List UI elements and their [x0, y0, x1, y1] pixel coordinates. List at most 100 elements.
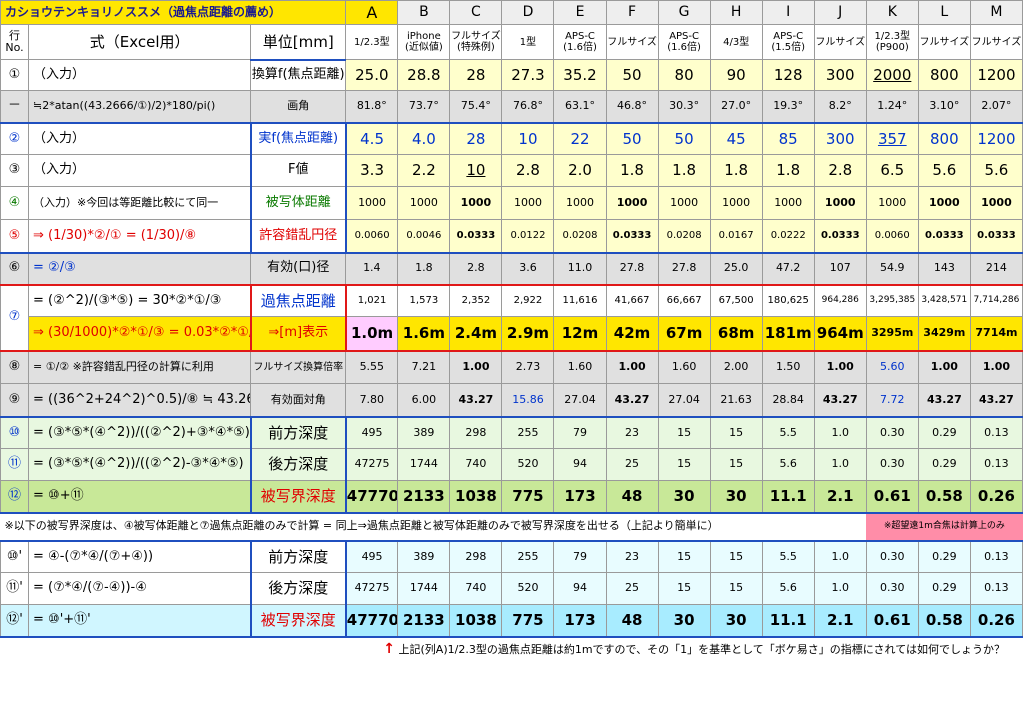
data-row-4: ③ （入力） F値 3.3 2.2 10 2.8 2.0 1.8 1.8 1.8 1.8 2.8 6.5 5…: [0, 154, 1023, 187]
value-C: 298: [449, 540, 503, 573]
unit-cell: 有効(口)径: [250, 252, 347, 285]
value-A: 47770: [345, 604, 399, 637]
value-D: 27.3: [501, 59, 555, 91]
value-K: 0.0060: [865, 219, 919, 253]
row-index: ②: [0, 122, 30, 155]
value-C: 28: [449, 122, 503, 155]
value-I: 0.0222: [761, 219, 815, 253]
value-K: 7.72: [865, 383, 919, 417]
value-E: 27.04: [553, 383, 607, 417]
value-M: 1200: [969, 122, 1023, 155]
value-I: 47.2: [761, 252, 815, 285]
note-right: ※超望遠1m合焦は計算上のみ: [866, 512, 1023, 541]
value-G: 67m: [657, 316, 711, 351]
value-L: 800: [917, 122, 971, 155]
value-L: 0.58: [917, 480, 971, 513]
value-B: 1.8: [397, 252, 451, 285]
formula-header: 式（Excel用）: [28, 24, 252, 60]
value-G: 1.60: [657, 350, 711, 384]
value-L: 3429m: [917, 316, 971, 351]
value-E: 79: [553, 416, 607, 449]
formula-cell: ⇒ (30/1000)*②*①/③ = 0.03*②*①/③: [28, 316, 252, 351]
sub-header-G: APS-C (1.6倍): [657, 24, 711, 60]
value-D: 255: [501, 416, 555, 449]
sheet-title: カショウテンキョリノススメ（過焦点距離の薦め）: [0, 0, 347, 25]
value-L: 800: [917, 59, 971, 91]
value-C: 1038: [449, 480, 503, 513]
row-index: ③: [0, 154, 30, 187]
value-G: 1000: [657, 186, 711, 220]
value-K: 0.61: [865, 480, 919, 513]
footer-text: 上記(列A)1/2.3型の過焦点距離は約1mですので、その「1」を基準として「ボ…: [398, 642, 1005, 656]
value-B: 28.8: [397, 59, 451, 91]
value-F: 48: [605, 480, 659, 513]
row-index: ⑦: [0, 284, 30, 351]
value-C: 28: [449, 59, 503, 91]
value-F: 42m: [605, 316, 659, 351]
row-index: ⑫': [0, 604, 30, 637]
value-L: 1.00: [917, 350, 971, 384]
value-G: 15: [657, 448, 711, 481]
value-B: 4.0: [397, 122, 451, 155]
value-K: 3295m: [865, 316, 919, 351]
value-D: 2.8: [501, 154, 555, 187]
value-J: 964,286: [813, 284, 867, 317]
value-A: 47275: [345, 448, 399, 481]
value-C: 10: [449, 154, 503, 187]
value-D: 10: [501, 122, 555, 155]
value-I: 85: [761, 122, 815, 155]
value-J: 300: [813, 122, 867, 155]
col-header-F: F: [605, 0, 659, 25]
data-row-6: ⑤ ⇒ (1/30)*②/① = (1/30)/⑧ 許容錯乱円径 0.0060 0.00…: [0, 219, 1023, 253]
value-K: 5.60: [865, 350, 919, 384]
value-I: 11.1: [761, 604, 815, 637]
value-H: 25.0: [709, 252, 763, 285]
row-index: ⑨: [0, 383, 30, 417]
unit-cell: 換算f(焦点距離): [250, 59, 347, 91]
value-A: 0.0060: [345, 219, 399, 253]
value-C: 1038: [449, 604, 503, 637]
value-H: 15: [709, 572, 763, 605]
value-A: 1.4: [345, 252, 399, 285]
value-I: 180,625: [761, 284, 815, 317]
value-L: 0.0333: [917, 219, 971, 253]
value-B: 0.0046: [397, 219, 451, 253]
row-index: ⑪': [0, 572, 30, 605]
row-no-header: 行 No.: [0, 24, 30, 60]
value-M: 0.13: [969, 448, 1023, 481]
value-G: 50: [657, 122, 711, 155]
value-G: 27.8: [657, 252, 711, 285]
data-row-13: ⑪ = (③*⑤*(④^2))/((②^2)-③*④*⑤) 後方深度 47275 174…: [0, 448, 1023, 481]
value-K: 3,295,385: [865, 284, 919, 317]
row-index: －: [0, 90, 30, 123]
col-header-C: C: [449, 0, 503, 25]
value-I: 1.50: [761, 350, 815, 384]
sub-header-C: フルサイズ (特殊例): [449, 24, 503, 60]
value-E: 11.0: [553, 252, 607, 285]
value-F: 23: [605, 540, 659, 573]
data-row-17: ⑫' = ⑩'+⑪' 被写界深度 47770 2133 1038 775 173 48 30 30 1…: [0, 604, 1023, 637]
formula-cell: ⇒ (1/30)*②/① = (1/30)/⑧: [28, 219, 252, 253]
value-B: 1744: [397, 448, 451, 481]
col-header-G: G: [657, 0, 711, 25]
value-B: 389: [397, 540, 451, 573]
value-H: 15: [709, 448, 763, 481]
value-M: 1000: [969, 186, 1023, 220]
value-C: 75.4°: [449, 90, 503, 123]
row-index: ⑥: [0, 252, 30, 285]
value-D: 255: [501, 540, 555, 573]
row-index: ①: [0, 59, 30, 91]
value-A: 4.5: [345, 122, 399, 155]
data-row-7: ⑥ = ②/③ 有効(口)径 1.4 1.8 2.8 3.6 11.0 27.8 27.8 25.0…: [0, 252, 1023, 285]
value-D: 76.8°: [501, 90, 555, 123]
value-E: 94: [553, 572, 607, 605]
value-H: 15: [709, 416, 763, 449]
value-A: 5.55: [345, 350, 399, 384]
value-H: 21.63: [709, 383, 763, 417]
value-I: 181m: [761, 316, 815, 351]
value-F: 48: [605, 604, 659, 637]
value-M: 0.0333: [969, 219, 1023, 253]
formula-cell: = (③*⑤*(④^2))/((②^2)-③*④*⑤): [28, 448, 252, 481]
value-G: 66,667: [657, 284, 711, 317]
value-B: 2133: [397, 604, 451, 637]
